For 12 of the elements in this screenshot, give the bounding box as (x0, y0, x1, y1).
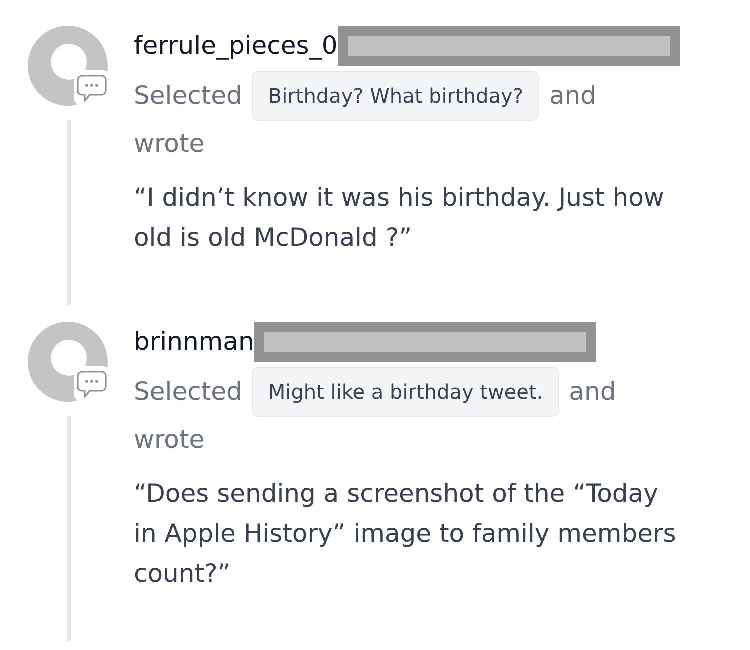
action-text: Selected (134, 81, 242, 111)
comment-text: “I didn’t know it was his birthday. Just how old is old McDonald ?” (134, 182, 666, 254)
action-text: and (569, 377, 616, 407)
comment-text: “Does sending a screenshot of the “Today in Apple History” image to family members count?” (134, 478, 678, 590)
action-text: wrote (134, 129, 205, 159)
selected-text-tag: Might like a birthday tweet. (252, 367, 560, 417)
username: brinnman (134, 326, 254, 358)
action-text: and (549, 81, 596, 111)
selected-text-tag: Birthday? What birthday? (252, 71, 540, 121)
action-text: Selected (134, 377, 242, 407)
action-text: wrote (134, 425, 205, 455)
username: ferrule_pieces_0 (134, 30, 338, 62)
